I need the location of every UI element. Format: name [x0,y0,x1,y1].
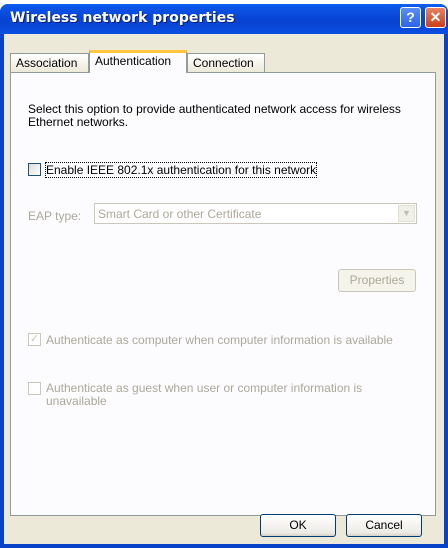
chevron-down-icon[interactable]: ▼ [398,205,415,222]
eap-type-label: EAP type: [28,209,82,223]
dialog-client-area: Association Authentication Connection Se… [4,34,444,544]
description-text: Select this option to provide authentica… [28,102,401,129]
authentication-panel: Select this option to provide authentica… [10,72,436,516]
tab-authentication[interactable]: Authentication [89,50,187,73]
eap-type-select[interactable]: Smart Card or other Certificate ▼ [94,203,417,224]
eap-type-value: Smart Card or other Certificate [98,207,262,221]
tab-association[interactable]: Association [10,53,89,72]
help-button[interactable]: ? [400,7,421,28]
auth-as-computer-label[interactable]: Authenticate as computer when computer i… [46,333,393,347]
cancel-button[interactable]: Cancel [346,514,422,537]
auth-as-computer-checkbox[interactable]: ✓ [28,333,41,346]
ok-button[interactable]: OK [260,514,336,537]
enable-8021x-checkbox[interactable] [28,163,41,176]
dialog-window: Wireless network properties ? ✕ Associat… [0,4,448,548]
title-bar[interactable]: Wireless network properties ? ✕ [0,4,448,34]
properties-button[interactable]: Properties [338,269,416,292]
window-title: Wireless network properties [10,10,235,26]
close-button[interactable]: ✕ [425,7,446,28]
tab-connection[interactable]: Connection [187,53,265,72]
enable-8021x-label[interactable]: Enable IEEE 802.1x authentication for th… [44,162,318,178]
auth-as-guest-checkbox[interactable] [28,382,41,395]
auth-as-guest-label[interactable]: Authenticate as guest when user or compu… [46,382,416,408]
